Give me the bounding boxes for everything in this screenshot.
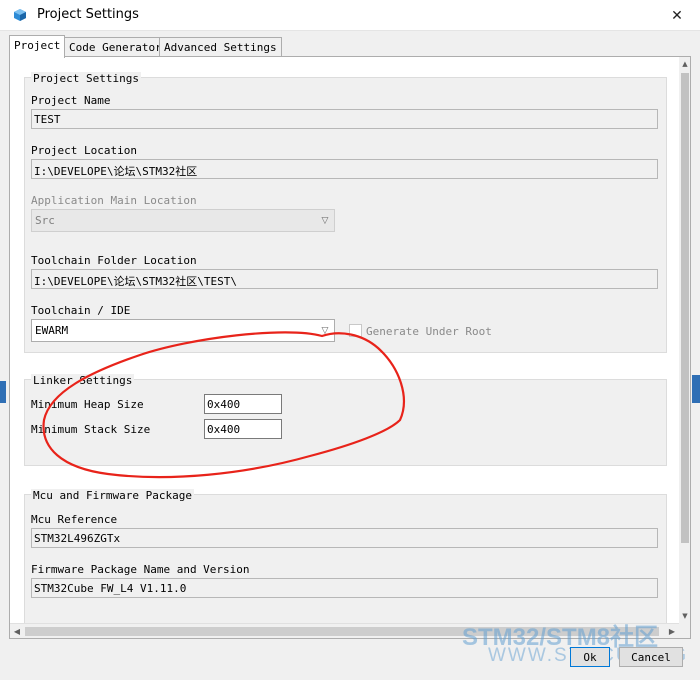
ok-button[interactable]: Ok xyxy=(570,647,610,667)
scroll-right-icon[interactable]: ▶ xyxy=(665,624,679,638)
tab-advanced-settings[interactable]: Advanced Settings xyxy=(159,37,282,57)
tab-panel-project: Project Settings Project Name TEST Proje… xyxy=(9,56,691,639)
group-title: Linker Settings xyxy=(31,374,135,387)
scroll-left-icon[interactable]: ◀ xyxy=(10,624,24,638)
close-button[interactable]: ✕ xyxy=(654,0,700,31)
app-main-location-value: Src xyxy=(35,214,55,227)
toolchain-ide-select[interactable]: EWARM ▽ xyxy=(31,319,335,342)
toolchain-folder-input[interactable]: I:\DEVELOPE\论坛\STM32社区\TEST\ xyxy=(31,269,658,289)
background-window-edge-left xyxy=(0,381,6,403)
title-bar: Project Settings ✕ xyxy=(0,0,700,31)
scrollbar-corner xyxy=(679,623,690,638)
close-icon: ✕ xyxy=(671,7,683,24)
toolchain-folder-label: Toolchain Folder Location xyxy=(31,254,197,267)
scroll-content: Project Settings Project Name TEST Proje… xyxy=(10,57,679,623)
toolchain-ide-label: Toolchain / IDE xyxy=(31,304,131,317)
group-title: Mcu and Firmware Package xyxy=(31,489,194,502)
vertical-scroll-thumb[interactable] xyxy=(681,73,689,543)
linker-settings-group: Linker Settings Minimum Heap Size 0x400 … xyxy=(24,374,667,466)
cube-app-icon xyxy=(14,9,26,21)
min-heap-input[interactable]: 0x400 xyxy=(204,394,282,414)
generate-under-root-label: Generate Under Root xyxy=(366,325,492,338)
window-title: Project Settings xyxy=(37,7,139,22)
cancel-button[interactable]: Cancel xyxy=(619,647,683,667)
project-settings-group: Project Settings Project Name TEST Proje… xyxy=(24,72,667,353)
firmware-input[interactable]: STM32Cube FW_L4 V1.11.0 xyxy=(31,578,658,598)
project-location-input[interactable]: I:\DEVELOPE\论坛\STM32社区 xyxy=(31,159,658,179)
app-main-location-label: Application Main Location xyxy=(31,194,197,207)
firmware-label: Firmware Package Name and Version xyxy=(31,563,250,576)
project-location-label: Project Location xyxy=(31,144,137,157)
tab-code-generator[interactable]: Code Generator xyxy=(64,37,167,57)
chevron-down-icon: ▽ xyxy=(321,325,329,336)
scroll-down-icon[interactable]: ▼ xyxy=(679,609,690,623)
background-window-edge-right xyxy=(692,375,700,403)
project-name-label: Project Name xyxy=(31,94,111,107)
chevron-down-icon: ▽ xyxy=(321,215,329,226)
toolchain-ide-value: EWARM xyxy=(35,324,69,337)
mcu-firmware-group: Mcu and Firmware Package Mcu Reference S… xyxy=(24,489,667,623)
dialog-client: Project Code Generator Advanced Settings… xyxy=(0,31,700,680)
vertical-scrollbar[interactable]: ▲ ▼ xyxy=(679,57,690,623)
group-title: Project Settings xyxy=(31,72,141,85)
generate-under-root-checkbox[interactable] xyxy=(349,324,362,337)
project-name-input[interactable]: TEST xyxy=(31,109,658,129)
min-stack-input[interactable]: 0x400 xyxy=(204,419,282,439)
scroll-up-icon[interactable]: ▲ xyxy=(679,57,690,71)
min-stack-label: Minimum Stack Size xyxy=(31,423,151,436)
min-heap-label: Minimum Heap Size xyxy=(31,398,144,411)
mcu-reference-input[interactable]: STM32L496ZGTx xyxy=(31,528,658,548)
app-main-location-select: Src ▽ xyxy=(31,209,335,232)
mcu-reference-label: Mcu Reference xyxy=(31,513,118,526)
tab-project[interactable]: Project xyxy=(9,35,66,58)
